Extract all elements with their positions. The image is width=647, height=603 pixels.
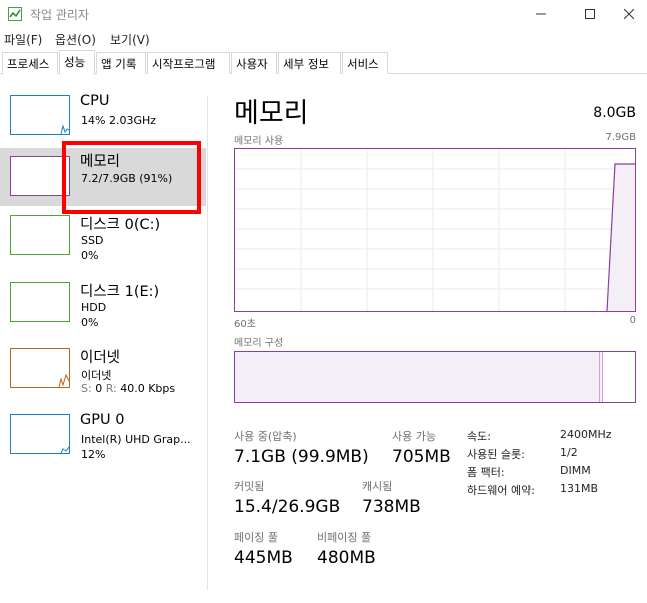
tab-performance[interactable]: 성능 xyxy=(59,50,95,75)
gpu-usage-text: 12% xyxy=(81,448,106,461)
menu-view[interactable]: 보기(V) xyxy=(110,31,150,48)
disk1-thumbnail xyxy=(10,282,70,322)
paged-pool-value: 445MB xyxy=(234,548,293,568)
memory-composition-bar xyxy=(234,351,636,403)
menu-file[interactable]: 파일(F) xyxy=(4,31,42,48)
disk0-usage-text: 0% xyxy=(81,249,99,262)
minimize-button[interactable] xyxy=(518,0,564,28)
page-title: 메모리 xyxy=(234,98,309,129)
sidebar-divider xyxy=(207,96,208,590)
tab-processes[interactable]: 프로세스 xyxy=(2,52,58,74)
title-bar: 작업 관리자 xyxy=(0,0,647,28)
close-icon xyxy=(624,9,634,19)
hardware-reserved-value: 131MB xyxy=(560,482,599,495)
sidebar-item-gpu[interactable]: GPU 0 Intel(R) UHD Grap... 12% xyxy=(0,409,206,475)
form-factor-value: DIMM xyxy=(560,464,591,477)
available-value: 705MB xyxy=(392,447,451,467)
paged-pool-label: 페이징 풀 xyxy=(234,531,278,544)
disk1-type-text: HDD xyxy=(81,301,107,314)
form-factor-label: 폼 팩터: xyxy=(467,466,505,479)
nonpaged-pool-value: 480MB xyxy=(317,548,376,568)
highlight-annotation xyxy=(62,141,201,214)
sidebar-item-disk0[interactable]: 디스크 0(C:) SSD 0% xyxy=(0,210,206,276)
sidebar-item-label: GPU 0 xyxy=(80,412,125,428)
in-use-label: 사용 중(압축) xyxy=(234,430,297,443)
speed-label: 속도: xyxy=(467,430,491,443)
disk1-usage-text: 0% xyxy=(81,316,99,329)
disk0-type-text: SSD xyxy=(81,234,104,247)
memory-usage-label: 메모리 사용 xyxy=(234,136,284,147)
menu-bar: 파일(F) 옵션(O) 보기(V) xyxy=(0,28,647,50)
tab-app-history[interactable]: 앱 기록 xyxy=(96,52,146,74)
task-manager-icon xyxy=(8,7,22,21)
cached-label: 캐시됨 xyxy=(362,480,393,493)
memory-total: 8.0GB xyxy=(593,105,636,121)
time-axis-right: 0 xyxy=(629,315,636,326)
committed-label: 커밋됨 xyxy=(234,480,265,493)
ethernet-name-text: 이더넷 xyxy=(81,369,112,382)
maximize-icon xyxy=(585,9,595,19)
menu-options[interactable]: 옵션(O) xyxy=(55,31,96,48)
cpu-usage-text: 14% 2.03GHz xyxy=(81,114,157,127)
cached-value: 738MB xyxy=(362,497,421,517)
sidebar-item-label: 디스크 0(C:) xyxy=(80,217,161,233)
tab-startup[interactable]: 시작프로그램 xyxy=(147,52,230,74)
committed-value: 15.4/26.9GB xyxy=(234,497,341,517)
memory-usage-graph xyxy=(234,148,636,312)
tab-details[interactable]: 세부 정보 xyxy=(278,52,341,74)
ethernet-throughput-text: S: 0 R: 40.0 Kbps xyxy=(81,382,176,395)
memory-usage-chart xyxy=(235,149,635,311)
in-use-value: 7.1GB (99.9MB) xyxy=(234,447,369,467)
tab-bar: 프로세스 성능 앱 기록 시작프로그램 사용자 세부 정보 서비스 xyxy=(0,50,647,75)
cpu-thumbnail xyxy=(10,95,70,135)
sidebar-item-label: 이더넷 xyxy=(80,350,121,366)
nonpaged-pool-label: 비페이징 풀 xyxy=(317,531,372,544)
tab-services[interactable]: 서비스 xyxy=(342,52,388,74)
gpu-name-text: Intel(R) UHD Grap... xyxy=(81,433,191,446)
sidebar-item-label: CPU xyxy=(80,93,110,109)
ethernet-thumbnail xyxy=(10,348,70,388)
disk0-thumbnail xyxy=(10,215,70,255)
sidebar-item-ethernet[interactable]: 이더넷 이더넷 S: 0 R: 40.0 Kbps xyxy=(0,343,206,409)
sidebar-item-disk1[interactable]: 디스크 1(E:) HDD 0% xyxy=(0,277,206,343)
composition-in-use xyxy=(235,352,600,402)
tab-users[interactable]: 사용자 xyxy=(231,52,277,74)
available-label: 사용 가능 xyxy=(392,430,436,443)
slots-label: 사용된 슬롯: xyxy=(467,448,525,461)
memory-composition-label: 메모리 구성 xyxy=(234,338,284,349)
memory-usage-max: 7.9GB xyxy=(605,132,636,143)
gpu-thumbnail xyxy=(10,414,70,454)
minimize-icon xyxy=(536,13,546,15)
window-title: 작업 관리자 xyxy=(30,8,90,22)
slots-value: 1/2 xyxy=(560,446,578,459)
speed-value: 2400MHz xyxy=(560,428,612,441)
composition-modified xyxy=(600,352,603,402)
memory-thumbnail xyxy=(10,156,70,196)
close-button[interactable] xyxy=(606,0,647,28)
sidebar-item-label: 디스크 1(E:) xyxy=(80,284,160,300)
time-axis-left: 60초 xyxy=(234,319,256,330)
hardware-reserved-label: 하드웨어 예약: xyxy=(467,484,535,497)
